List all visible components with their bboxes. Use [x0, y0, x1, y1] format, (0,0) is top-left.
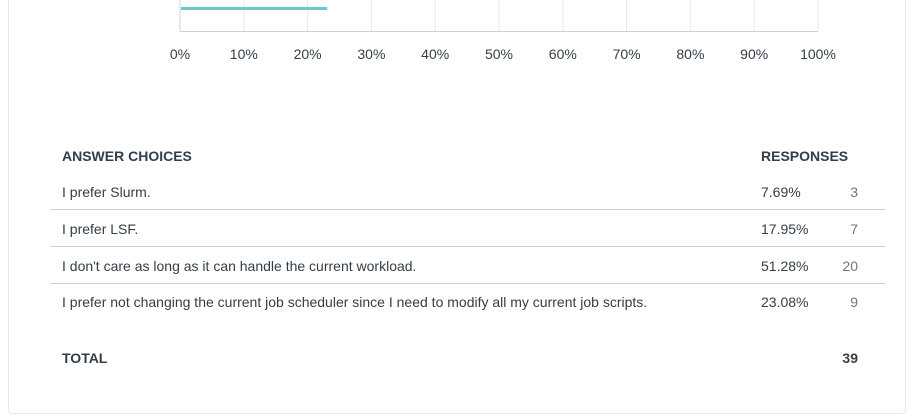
- response-count: 3: [850, 184, 858, 200]
- chart-gridlines: [179, 0, 819, 31]
- answer-choice: I don't care as long as it can handle th…: [62, 258, 417, 274]
- row-divider: [50, 209, 885, 210]
- response-percent: 51.28%: [761, 258, 809, 274]
- x-tick-label: 70%: [613, 46, 641, 62]
- x-tick-label: 30%: [357, 46, 385, 62]
- chart-tick-labels: 0% 10% 20% 30% 40% 50% 60% 70% 80% 90% 100%: [170, 46, 836, 62]
- response-percent: 7.69%: [761, 184, 801, 200]
- row-divider: [50, 283, 885, 284]
- x-tick-label: 80%: [676, 46, 704, 62]
- x-tick-label: 50%: [485, 46, 513, 62]
- total-value: 39: [842, 350, 858, 366]
- x-tick-label: 0%: [170, 46, 190, 62]
- x-tick-label: 60%: [549, 46, 577, 62]
- responses-header: RESPONSES: [761, 148, 849, 164]
- x-tick-label: 90%: [740, 46, 768, 62]
- bar-chart: 0% 10% 20% 30% 40% 50% 60% 70% 80% 90% 100%: [170, 0, 836, 62]
- bar: [181, 7, 328, 10]
- row-divider: [50, 246, 885, 247]
- response-percent: 23.08%: [761, 294, 809, 310]
- response-count: 9: [850, 294, 858, 310]
- answer-choice: I prefer Slurm.: [62, 184, 151, 200]
- x-tick-label: 40%: [421, 46, 449, 62]
- x-tick-label: 10%: [230, 46, 258, 62]
- answer-choice: I prefer LSF.: [62, 221, 139, 237]
- answer-choice: I prefer not changing the current job sc…: [62, 294, 648, 310]
- response-percent: 17.95%: [761, 221, 809, 237]
- total-label: TOTAL: [62, 350, 108, 366]
- response-count: 7: [850, 221, 858, 237]
- chart-bars: [181, 7, 328, 10]
- x-tick-label: 100%: [800, 46, 836, 62]
- answer-choices-header: ANSWER CHOICES: [62, 148, 192, 164]
- response-count: 20: [842, 258, 858, 274]
- x-tick-label: 20%: [294, 46, 322, 62]
